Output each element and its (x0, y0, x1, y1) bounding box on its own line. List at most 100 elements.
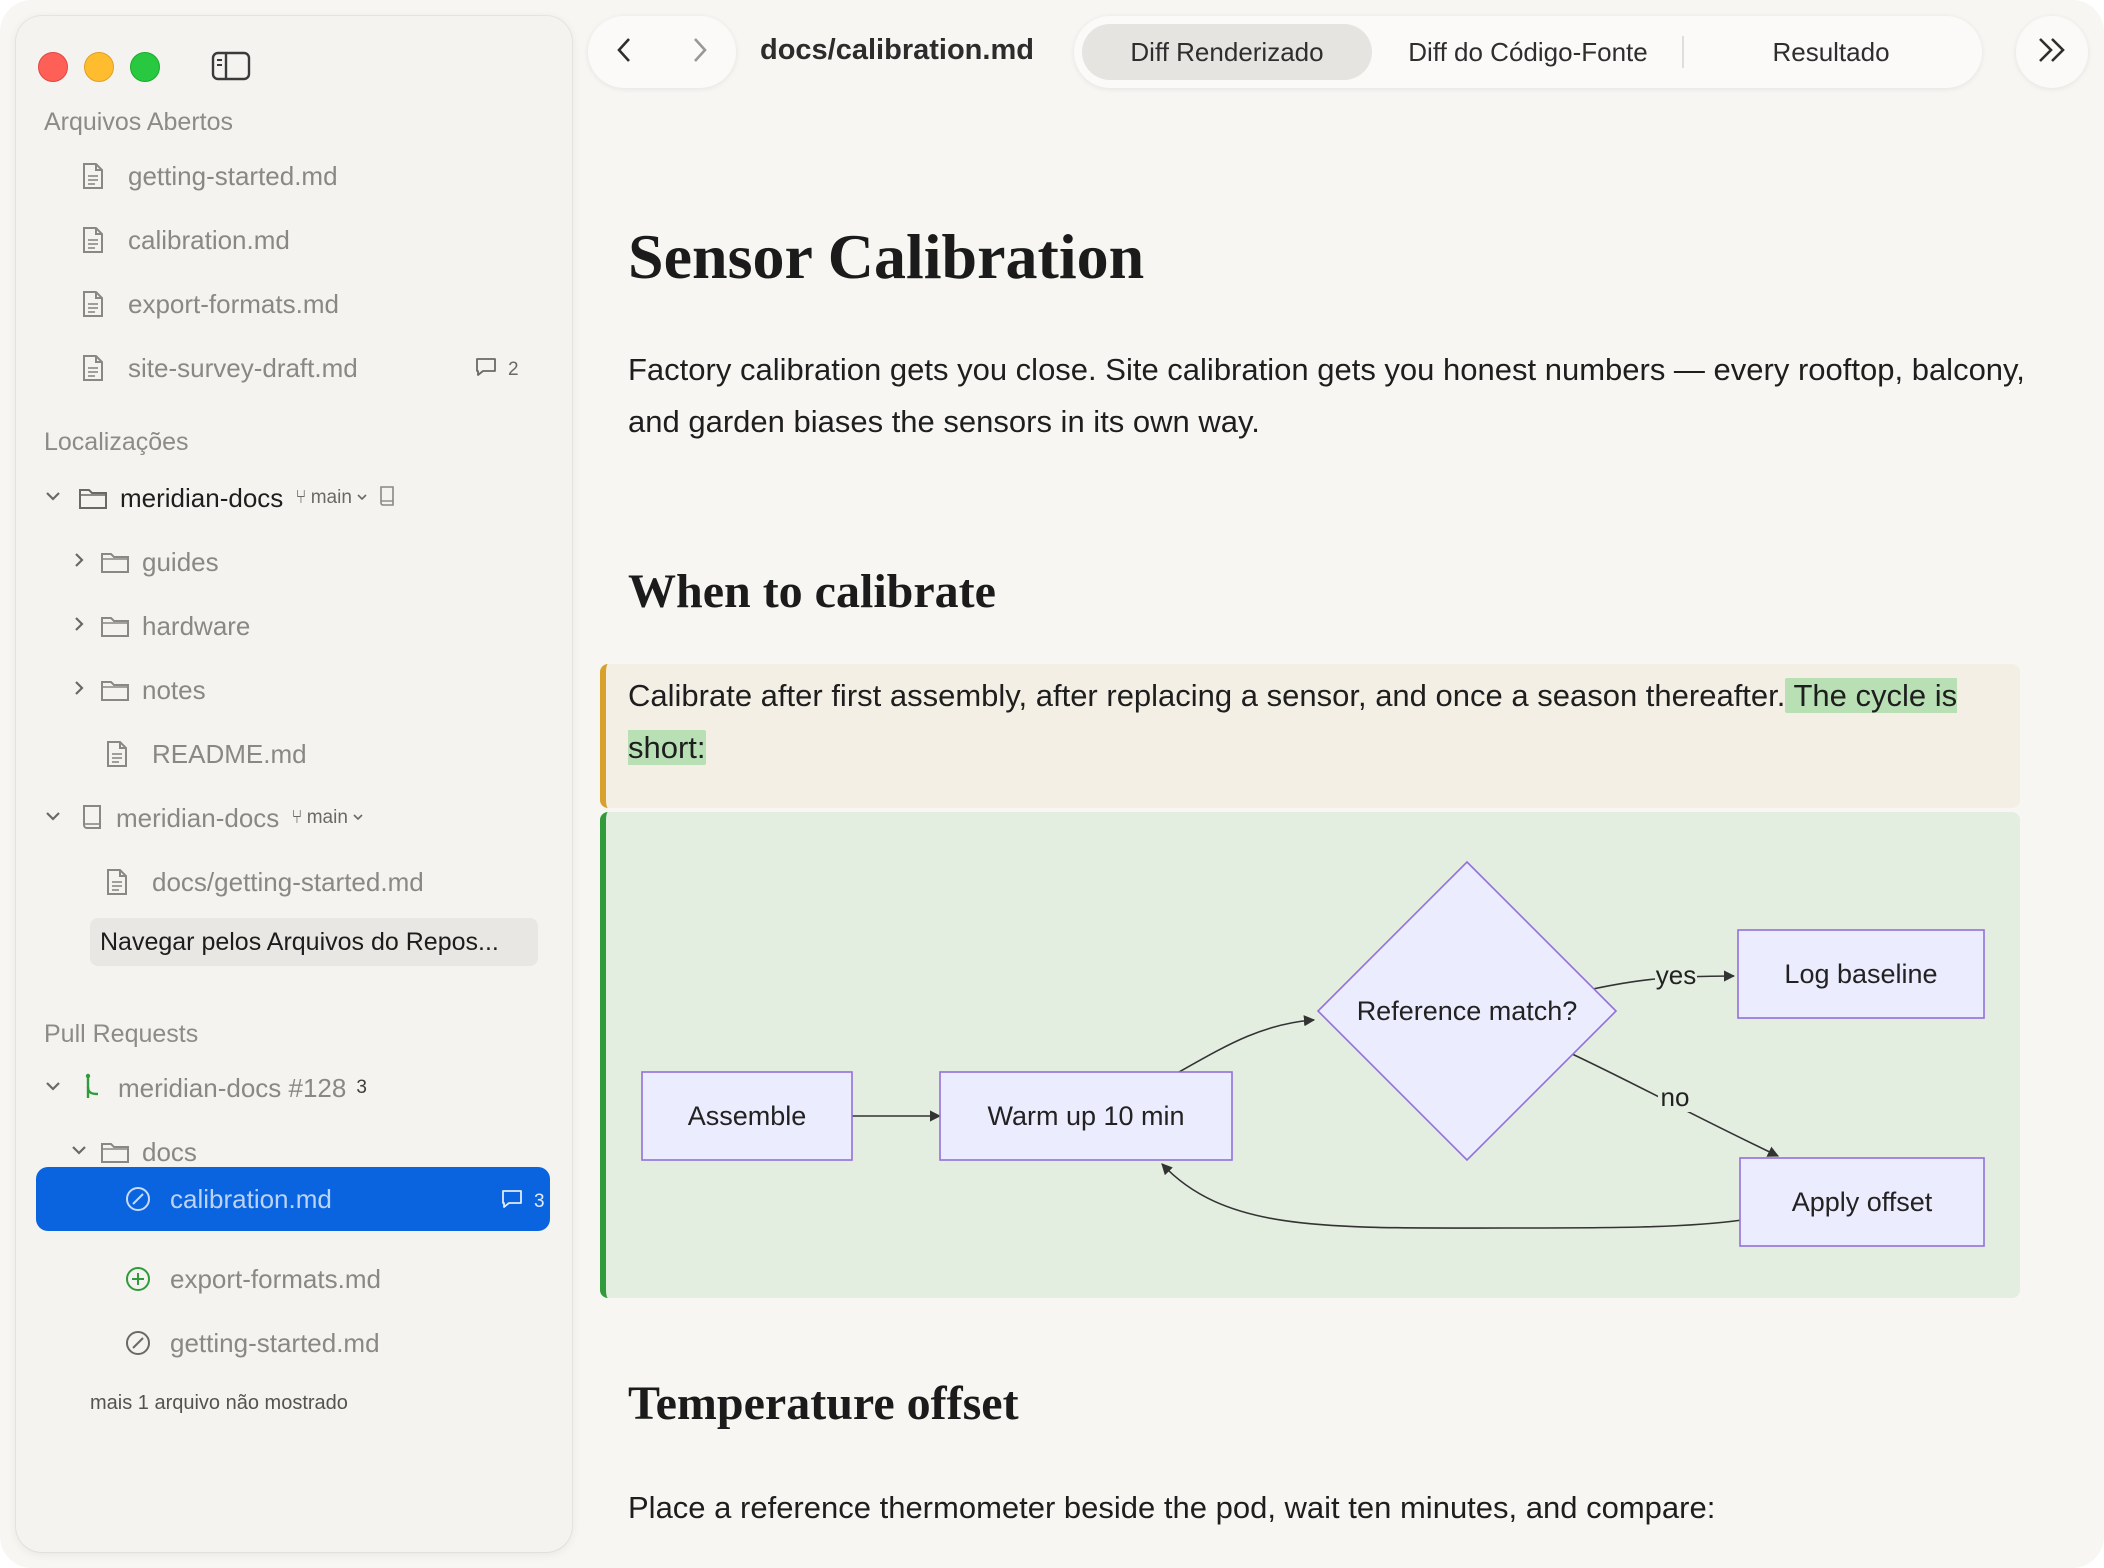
open-file-item[interactable]: site-survey-draft.md (78, 346, 358, 390)
node-reference-match: Reference match? (1316, 860, 1618, 1162)
sidebar: Arquivos Abertos getting-started.md cali… (16, 16, 572, 1552)
pull-request-name: meridian-docs #128 (118, 1072, 347, 1103)
comment-count-badge: 2 (474, 356, 519, 384)
repository-book-icon (378, 483, 396, 514)
expand-panel-button[interactable] (2016, 16, 2088, 88)
repo-name: meridian-docs (120, 482, 284, 513)
tab-result[interactable]: Resultado (1688, 24, 1974, 80)
open-files-title: Arquivos Abertos (44, 108, 233, 136)
chevron-down-icon[interactable] (42, 1073, 64, 1104)
edge-apply-warmup (1161, 1163, 1743, 1229)
modified-status-icon (124, 1185, 152, 1213)
modified-status-icon (124, 1329, 152, 1357)
document-content: Sensor Calibration Factory calibration g… (600, 100, 2080, 1568)
minimize-window-button[interactable] (84, 52, 114, 82)
view-mode-segmented-control: Diff Renderizado Diff do Código-Fonte Re… (1074, 16, 1982, 88)
open-file-label: calibration.md (128, 224, 290, 255)
pull-request-item[interactable]: meridian-docs #128 3 (42, 1066, 367, 1110)
added-status-icon (124, 1265, 152, 1293)
chevron-down-icon[interactable] (68, 1137, 90, 1168)
node-apply-offset: Apply offset (1739, 1157, 1985, 1247)
diff-changed-block: Calibrate after first assembly, after re… (600, 664, 2020, 808)
node-label: Reference match? (1357, 996, 1578, 1026)
folder-icon (100, 550, 130, 574)
diff-added-block: yes no Assemble Warm up 10 min Reference… (600, 812, 2020, 1298)
open-file-item[interactable]: calibration.md (78, 218, 290, 262)
repository-book-icon (80, 804, 104, 832)
node-assemble: Assemble (641, 1071, 853, 1161)
folder-icon (78, 486, 108, 510)
folder-icon (100, 1140, 130, 1164)
pr-file-item-getting-started[interactable]: getting-started.md (124, 1321, 380, 1365)
segment-divider (1682, 36, 1684, 68)
node-label: Assemble (688, 1101, 807, 1131)
when-text: Calibrate after first assembly, after re… (628, 678, 1786, 713)
branch-icon: ⑂ (295, 487, 307, 508)
back-button[interactable] (588, 16, 662, 88)
chevron-right-icon[interactable] (68, 611, 90, 642)
open-file-label: getting-started.md (128, 160, 338, 191)
chevron-down-icon (356, 487, 368, 509)
document-path-title: docs/calibration.md (760, 34, 1034, 66)
folder-icon (100, 614, 130, 638)
file-item-docs-getting-started[interactable]: docs/getting-started.md (102, 860, 424, 904)
app-window: Arquivos Abertos getting-started.md cali… (0, 0, 2104, 1568)
forward-button[interactable] (662, 16, 736, 88)
pull-requests-title: Pull Requests (44, 1020, 199, 1048)
chevron-left-icon (613, 35, 637, 70)
sidebar-toggle-icon[interactable] (211, 50, 251, 82)
pull-request-icon (80, 1073, 102, 1103)
double-chevron-right-icon (2034, 34, 2070, 71)
chevron-right-icon[interactable] (68, 547, 90, 578)
heading-temperature-offset: Temperature offset (628, 1377, 1019, 1430)
close-window-button[interactable] (38, 52, 68, 82)
node-log-baseline: Log baseline (1737, 929, 1985, 1019)
repo-name: meridian-docs (116, 802, 280, 833)
node-label: Log baseline (1784, 959, 1937, 989)
chevron-right-icon[interactable] (68, 675, 90, 706)
locations-title: Localizações (44, 428, 189, 456)
node-label: Apply offset (1792, 1187, 1933, 1217)
repo-meridian-docs-remote[interactable]: meridian-docs ⑂ main (42, 796, 364, 840)
chevron-down-icon[interactable] (42, 803, 64, 834)
document-icon (102, 868, 132, 896)
document-icon (78, 354, 108, 382)
edge-label-no: no (1661, 1082, 1690, 1112)
branch-icon: ⑂ (291, 807, 303, 828)
open-file-label: site-survey-draft.md (128, 352, 358, 383)
node-label: Warm up 10 min (987, 1101, 1184, 1131)
edge-label-yes: yes (1656, 960, 1696, 990)
browse-repo-files-button[interactable]: Navegar pelos Arquivos do Repos... (90, 918, 538, 966)
open-file-item[interactable]: export-formats.md (78, 282, 339, 326)
chevron-down-icon (352, 807, 364, 829)
folder-item-notes[interactable]: notes (68, 668, 206, 712)
branch-selector[interactable]: ⑂ main (295, 487, 368, 509)
flowchart-diagram: yes no Assemble Warm up 10 min Reference… (641, 860, 1985, 1247)
document-icon (78, 162, 108, 190)
repo-meridian-docs[interactable]: meridian-docs ⑂ main (42, 476, 396, 520)
pull-request-count: 3 (356, 1077, 367, 1098)
intro-paragraph: Factory calibration gets you close. Site… (628, 352, 2025, 439)
comment-icon (500, 1188, 524, 1216)
tab-source-diff[interactable]: Diff do Código-Fonte (1378, 24, 1678, 80)
zoom-window-button[interactable] (130, 52, 160, 82)
chevron-down-icon[interactable] (42, 483, 64, 514)
folder-item-hardware[interactable]: hardware (68, 604, 250, 648)
branch-selector[interactable]: ⑂ main (291, 807, 364, 829)
when-paragraph: Calibrate after first assembly, after re… (628, 670, 2008, 774)
document-icon (102, 740, 132, 768)
document-icon (78, 290, 108, 318)
folder-item-guides[interactable]: guides (68, 540, 219, 584)
more-files-note: mais 1 arquivo não mostrado (90, 1392, 348, 1414)
file-item-readme[interactable]: README.md (102, 732, 307, 776)
pr-file-item-calibration[interactable]: calibration.md (124, 1177, 332, 1221)
node-warmup: Warm up 10 min (939, 1071, 1233, 1161)
tab-rendered-diff[interactable]: Diff Renderizado (1082, 24, 1372, 80)
temperature-paragraph: Place a reference thermometer beside the… (628, 1490, 1716, 1525)
pr-file-item-export-formats[interactable]: export-formats.md (124, 1257, 381, 1301)
document-icon (78, 226, 108, 254)
comment-icon (474, 356, 498, 384)
heading-when-to-calibrate: When to calibrate (628, 565, 996, 618)
open-file-item[interactable]: getting-started.md (78, 154, 338, 198)
comment-count-badge: 3 (500, 1188, 545, 1216)
